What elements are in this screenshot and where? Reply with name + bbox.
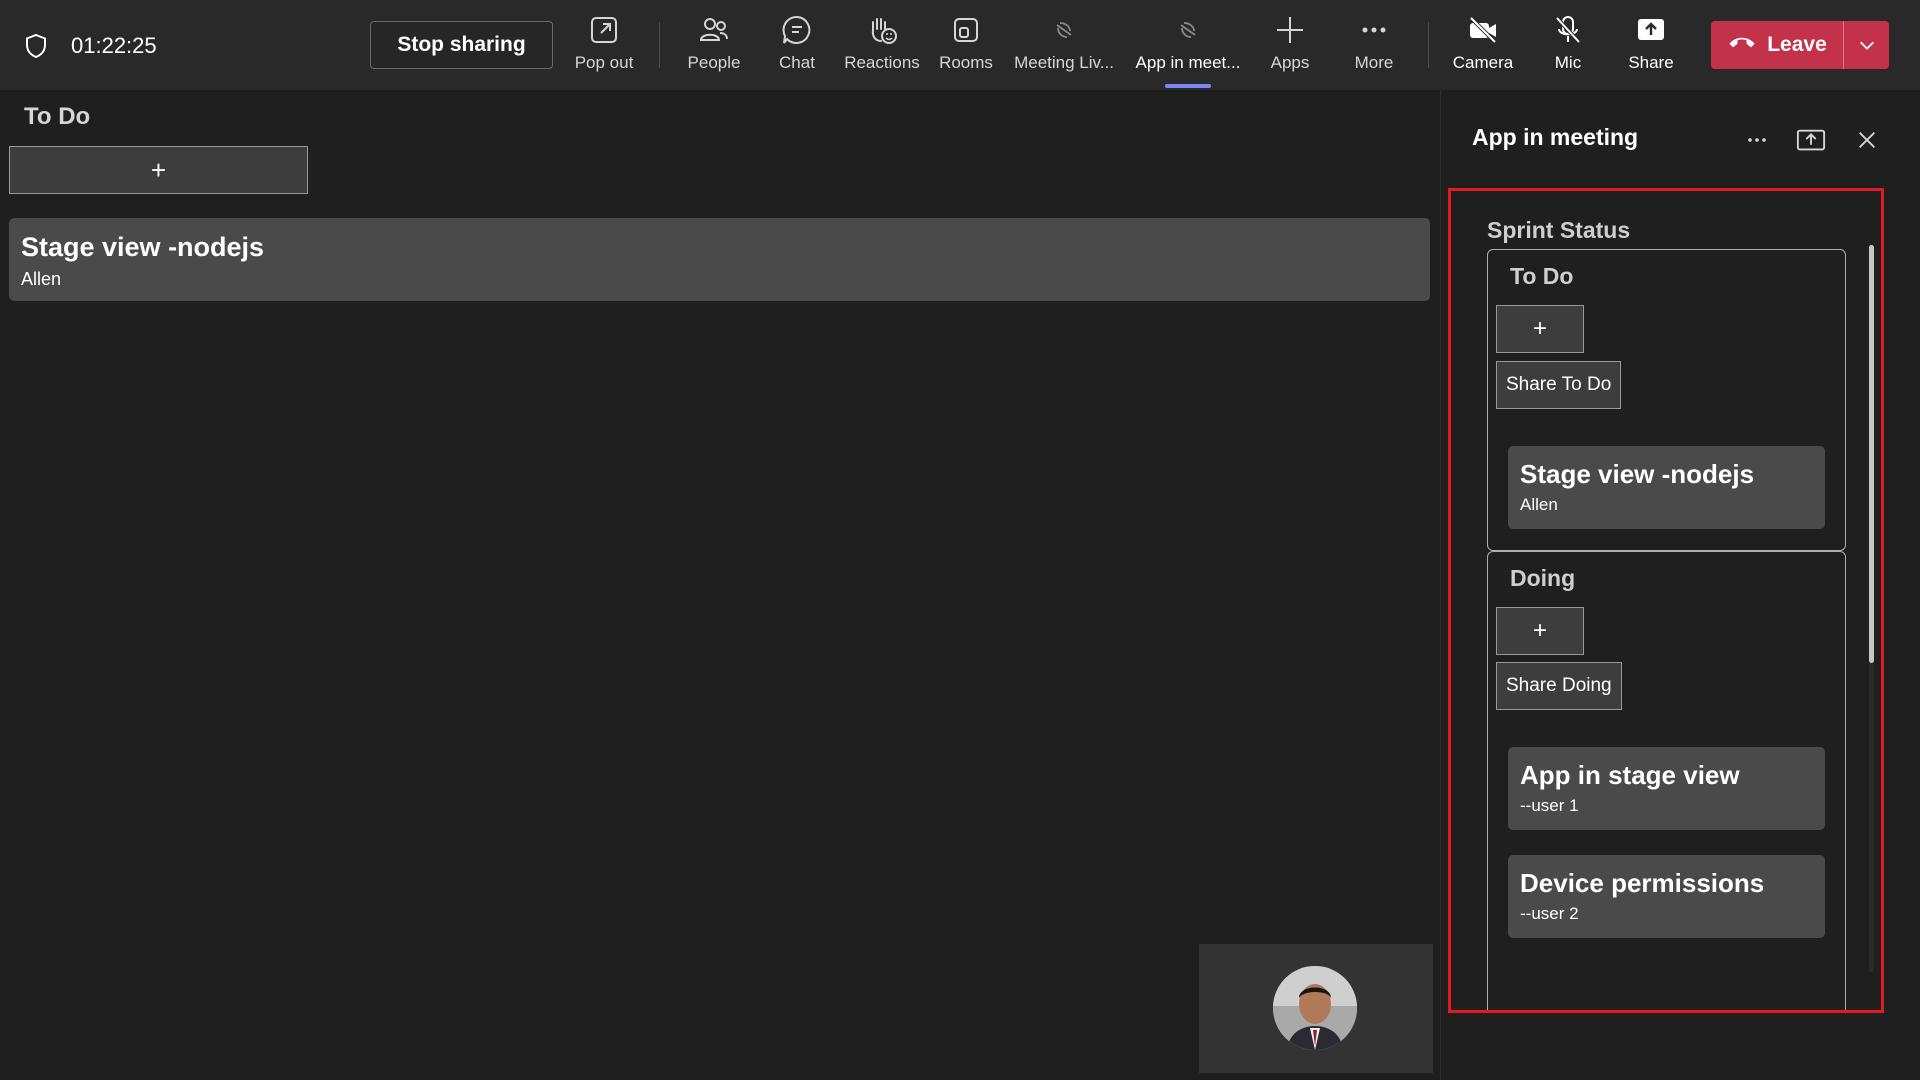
chat-icon [779,12,815,48]
app-in-meeting-button[interactable]: App in meet... [1133,12,1243,80]
panel-title: App in meeting [1472,124,1639,150]
share-to-stage-icon [1796,129,1826,151]
leave-main[interactable]: Leave [1711,21,1843,69]
more-label: More [1354,53,1394,72]
card-subtitle: Allen [1520,495,1558,514]
share-doing-button[interactable]: Share Doing [1496,662,1622,710]
mic-off-icon [1550,12,1586,48]
camera-button[interactable]: Camera [1452,12,1514,80]
doing-add-button[interactable]: + [1496,607,1584,655]
apps-button[interactable]: Apps [1268,12,1312,80]
share-todo-button[interactable]: Share To Do [1496,361,1622,409]
panel-share-to-stage-button[interactable] [1795,124,1827,156]
task-card[interactable]: Device permissions --user 2 [1508,855,1825,938]
app-in-meeting-label: App in meet... [1135,53,1241,72]
camera-label: Camera [1452,53,1514,72]
meeting-app-icon [1046,12,1082,48]
active-tab-indicator [1165,84,1211,88]
highlight-frame: Sprint Status To Do + Share To Do Stage … [1448,188,1884,1013]
column-title: Doing [1510,565,1576,591]
people-label: People [687,53,741,72]
sprint-title: Sprint Status [1487,217,1631,243]
avatar [1273,966,1357,1050]
mic-label: Mic [1554,53,1582,72]
card-subtitle: --user 1 [1520,796,1579,815]
app-in-meeting-icon [1170,12,1206,48]
reactions-label: Reactions [844,53,920,72]
card-title: Stage view -nodejs [21,232,265,262]
more-button[interactable]: More [1352,12,1396,80]
card-subtitle: Allen [21,269,62,289]
stage-task-card[interactable]: Stage view -nodejs Allen [9,218,1430,301]
self-video-tile[interactable] [1199,944,1433,1073]
todo-add-button[interactable]: + [1496,305,1584,353]
leave-button[interactable]: Leave [1711,21,1889,69]
pop-out-button[interactable]: Pop out [571,12,637,80]
share-button[interactable]: Share [1627,12,1675,80]
reactions-icon [864,12,900,48]
chevron-down-icon [1859,41,1874,50]
app-in-meeting-panel: App in meeting Sprint Status To Do + Sha… [1440,90,1920,1080]
more-icon [1356,12,1392,48]
reactions-button[interactable]: Reactions [844,12,920,80]
toolbar-divider [1428,22,1429,68]
close-icon [1859,132,1875,148]
chat-button[interactable]: Chat [767,12,827,80]
mic-button[interactable]: Mic [1550,12,1586,80]
doing-column: Doing + Share Doing App in stage view --… [1487,551,1846,1010]
meeting-toolbar: 01:22:25 Stop sharing Pop out People Cha… [0,0,1920,90]
column-title: To Do [1510,263,1574,289]
leave-options-button[interactable] [1844,21,1889,69]
apps-label: Apps [1270,53,1310,72]
call-timer: 01:22:25 [71,33,157,58]
card-title: App in stage view [1520,760,1740,790]
sprint-board: Sprint Status To Do + Share To Do Stage … [1451,191,1881,1010]
leave-label: Leave [1767,33,1827,56]
panel-scrollbar[interactable] [1869,245,1874,972]
card-title: Device permissions [1520,868,1765,898]
panel-close-button[interactable] [1851,124,1883,156]
toolbar-divider [659,22,660,68]
shield-icon[interactable] [22,32,50,60]
stage-column-title: To Do [24,103,91,130]
scrollbar-thumb[interactable] [1869,245,1874,663]
share-label: Share [1628,53,1674,72]
share-icon [1633,12,1669,48]
camera-off-icon [1465,12,1501,48]
card-title: Stage view -nodejs [1520,459,1755,489]
people-icon [696,12,732,48]
rooms-button[interactable]: Rooms [937,12,995,80]
card-subtitle: --user 2 [1520,904,1579,923]
pop-out-label: Pop out [574,53,634,72]
chat-label: Chat [779,53,815,72]
more-icon [1748,138,1766,142]
stop-sharing-button[interactable]: Stop sharing [370,21,553,69]
todo-column: To Do + Share To Do Stage view -nodejs A… [1487,249,1846,551]
meeting-app-label: Meeting Liv... [1014,53,1114,72]
meeting-app-button[interactable]: Meeting Liv... [1013,12,1115,80]
stage-add-button[interactable]: + [9,146,308,194]
people-button[interactable]: People [681,12,747,80]
rooms-label: Rooms [939,53,993,72]
plus-icon [1272,12,1308,48]
hang-up-icon [1727,33,1757,57]
task-card[interactable]: App in stage view --user 1 [1508,747,1825,830]
rooms-icon [948,12,984,48]
task-card[interactable]: Stage view -nodejs Allen [1508,446,1825,529]
panel-more-button[interactable] [1741,124,1773,156]
pop-out-icon [586,12,622,48]
